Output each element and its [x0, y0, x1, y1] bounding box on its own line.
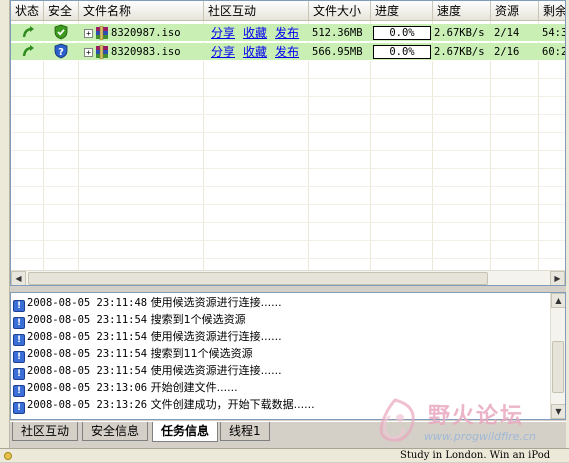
bottom-tabs: 社区互动 安全信息 任务信息 线程1: [10, 421, 566, 442]
col-header-speed[interactable]: 速度: [433, 1, 491, 21]
col-header-filesize[interactable]: 文件大小: [309, 1, 371, 21]
remaining-time: 60:29: [542, 46, 565, 58]
share-link[interactable]: 分享: [211, 45, 235, 59]
tab-task-info[interactable]: 任务信息: [152, 422, 219, 442]
col-header-security[interactable]: 安全: [44, 1, 79, 21]
community-cell: 分享 收藏 发布: [207, 24, 309, 42]
log-entry: ! 2008-08-05 23:11:54 搜索到11个候选资源: [13, 345, 253, 363]
left-frame-strip: [0, 0, 10, 448]
task-list-header: 状态 安全 文件名称 社区互动 文件大小 进度 速度 资源 剩余: [11, 1, 565, 21]
task-row[interactable]: +8320987.iso 分享 收藏 发布 512.36MB 0.0% 2.67KB…: [11, 24, 565, 42]
scroll-up-arrow-icon[interactable]: ▲: [551, 293, 565, 308]
scroll-left-arrow-icon[interactable]: ◀: [11, 271, 26, 285]
col-header-filename[interactable]: 文件名称: [79, 1, 204, 21]
file-size: 566.95MB: [312, 46, 363, 58]
log-entry: ! 2008-08-05 23:13:06 开始创建文件......: [13, 379, 238, 397]
col-header-community[interactable]: 社区互动: [204, 1, 309, 21]
progress-bar: 0.0%: [373, 45, 431, 59]
task-list-horizontal-scrollbar[interactable]: ◀ ▶: [11, 270, 565, 285]
progress-cell: 0.0%: [370, 43, 432, 61]
expand-toggle[interactable]: +: [84, 28, 93, 38]
publish-link[interactable]: 发布: [275, 45, 299, 59]
col-header-progress[interactable]: 进度: [371, 1, 433, 21]
file-name: 8320987.iso: [111, 27, 181, 39]
security-verified-icon: [49, 24, 77, 42]
file-name-cell[interactable]: +8320983.iso: [80, 43, 202, 61]
community-cell: 分享 收藏 发布: [207, 43, 309, 61]
tab-thread-1[interactable]: 线程1: [220, 422, 270, 441]
scroll-thumb[interactable]: [552, 341, 564, 393]
scroll-thumb[interactable]: [28, 272, 488, 285]
svg-text:?: ?: [58, 47, 64, 58]
archive-file-icon: [95, 44, 109, 60]
info-icon: !: [13, 402, 25, 414]
favorite-link[interactable]: 收藏: [243, 26, 267, 40]
favorite-link[interactable]: 收藏: [243, 45, 267, 59]
col-header-status[interactable]: 状态: [11, 1, 44, 21]
log-entry: ! 2008-08-05 23:13:26 文件创建成功，开始下载数据......: [13, 396, 315, 414]
expand-toggle[interactable]: +: [84, 47, 93, 57]
file-size: 512.36MB: [312, 27, 363, 39]
archive-file-icon: [95, 25, 109, 41]
file-name: 8320983.iso: [111, 46, 181, 58]
share-link[interactable]: 分享: [211, 26, 235, 40]
status-bar: Study in London. Win an iPod: [0, 448, 569, 462]
progress-bar: 0.0%: [373, 26, 431, 40]
col-header-remaining[interactable]: 剩余: [539, 1, 565, 21]
status-running-icon: [17, 43, 43, 61]
security-unknown-icon: ?: [49, 43, 77, 61]
remaining-time: 54:39: [542, 27, 565, 39]
log-entry: ! 2008-08-05 23:11:54 搜索到1个候选资源: [13, 311, 246, 329]
scroll-down-arrow-icon[interactable]: ▼: [551, 404, 565, 419]
task-log: ! 2008-08-05 23:11:48 使用候选资源进行连接...... ! 2…: [10, 292, 566, 420]
status-running-icon: [17, 24, 43, 42]
progress-cell: 0.0%: [370, 24, 432, 42]
task-row[interactable]: ? +8320983.iso 分享 收藏 发布 566.95MB 0.0% 2.67…: [11, 43, 565, 61]
log-entry: ! 2008-08-05 23:11:54 使用候选资源进行连接......: [13, 362, 282, 380]
task-list: 状态 安全 文件名称 社区互动 文件大小 进度 速度 资源 剩余 + 83209…: [10, 0, 566, 286]
speed: 2.67KB/s: [434, 46, 485, 58]
log-entry: ! 2008-08-05 23:11:48 使用候选资源进行连接......: [13, 294, 282, 312]
sources: 2/14: [494, 27, 520, 39]
tab-security-info[interactable]: 安全信息: [82, 422, 149, 441]
task-rows: +8320987.iso 分享 收藏 发布 512.36MB 0.0% 2.67KB…: [11, 22, 565, 270]
ad-marquee[interactable]: Study in London. Win an iPod: [400, 449, 550, 463]
log-vertical-scrollbar[interactable]: ▲ ▼: [550, 293, 565, 419]
log-entry: ! 2008-08-05 23:11:54 使用候选资源进行连接......: [13, 328, 282, 346]
status-indicator-icon: [4, 452, 12, 460]
tab-community[interactable]: 社区互动: [12, 422, 79, 441]
speed: 2.67KB/s: [434, 27, 485, 39]
scroll-right-arrow-icon[interactable]: ▶: [550, 271, 565, 285]
col-header-sources[interactable]: 资源: [491, 1, 539, 21]
sources: 2/16: [494, 46, 520, 58]
publish-link[interactable]: 发布: [275, 26, 299, 40]
file-name-cell[interactable]: +8320987.iso: [80, 24, 202, 42]
